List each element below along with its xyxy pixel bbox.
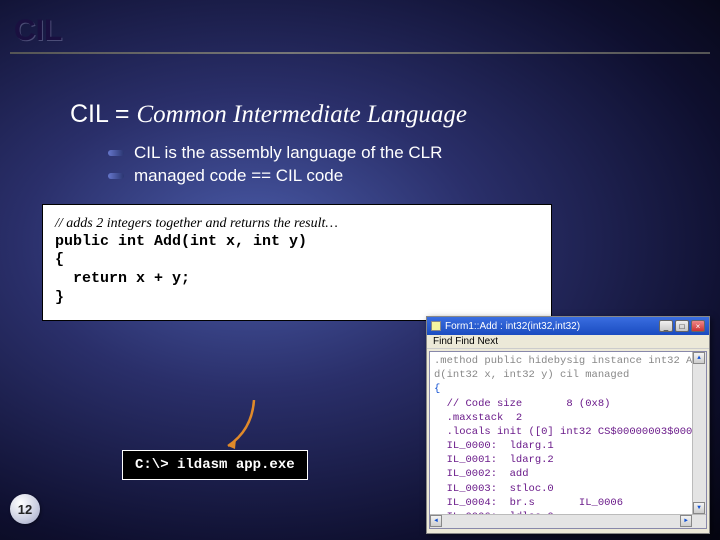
window-body: .method public hidebysig instance int32 … — [429, 351, 707, 529]
il-line: .locals init ([0] int32 CS$00000003$0000… — [434, 425, 702, 439]
bullet-icon — [108, 150, 124, 156]
code-line: } — [55, 289, 539, 308]
code-line: return x + y; — [55, 270, 539, 289]
scroll-down-icon[interactable]: ▼ — [693, 502, 705, 514]
command-box: C:\> ildasm app.exe — [122, 450, 308, 480]
il-line: IL_0002: add — [434, 467, 702, 481]
il-line: IL_0001: ldarg.2 — [434, 453, 702, 467]
maximize-button[interactable]: □ — [675, 320, 689, 332]
page-number: 12 — [10, 494, 40, 524]
close-button[interactable]: × — [691, 320, 705, 332]
bullet-text: CIL is the assembly language of the CLR — [134, 143, 442, 163]
window-icon — [431, 321, 441, 331]
window-titlebar[interactable]: Form1::Add : int32(int32,int32) _ □ × — [427, 317, 709, 335]
il-declaration: .method public hidebysig instance int32 … — [434, 354, 702, 382]
scroll-left-icon[interactable]: ◄ — [430, 515, 442, 527]
slide-title: CIL — [0, 0, 720, 52]
il-line: .maxstack 2 — [434, 411, 702, 425]
scroll-up-icon[interactable]: ▲ — [693, 352, 705, 364]
window-menu[interactable]: Find Find Next — [427, 335, 709, 349]
window-title: Form1::Add : int32(int32,int32) — [445, 321, 580, 332]
code-line: public int Add(int x, int y) — [55, 233, 539, 252]
scrollbar-horizontal[interactable]: ◄ ► — [430, 514, 706, 528]
ildasm-window: Form1::Add : int32(int32,int32) _ □ × Fi… — [426, 316, 710, 534]
scrollbar-vertical[interactable]: ▲ ▼ — [692, 352, 706, 514]
heading-prefix: CIL = — [70, 100, 136, 128]
scroll-right-icon[interactable]: ► — [680, 515, 692, 527]
il-line: IL_0004: br.s IL_0006 — [434, 496, 702, 510]
bullet-list: CIL is the assembly language of the CLR … — [0, 143, 720, 186]
minimize-button[interactable]: _ — [659, 320, 673, 332]
il-line: // Code size 8 (0x8) — [434, 397, 702, 411]
heading-main: Common Intermediate Language — [136, 101, 467, 128]
code-line: { — [55, 251, 539, 270]
il-line: IL_0003: stloc.0 — [434, 482, 702, 496]
list-item: CIL is the assembly language of the CLR — [108, 143, 720, 163]
bullet-icon — [108, 173, 124, 179]
list-item: managed code == CIL code — [108, 166, 720, 186]
code-comment: // adds 2 integers together and returns … — [55, 215, 539, 233]
bullet-text: managed code == CIL code — [134, 166, 343, 186]
arrow-icon — [214, 400, 274, 454]
il-line: IL_0000: ldarg.1 — [434, 439, 702, 453]
il-line: { — [434, 382, 702, 396]
code-box: // adds 2 integers together and returns … — [42, 204, 552, 321]
heading: CIL = Common Intermediate Language — [0, 54, 720, 143]
